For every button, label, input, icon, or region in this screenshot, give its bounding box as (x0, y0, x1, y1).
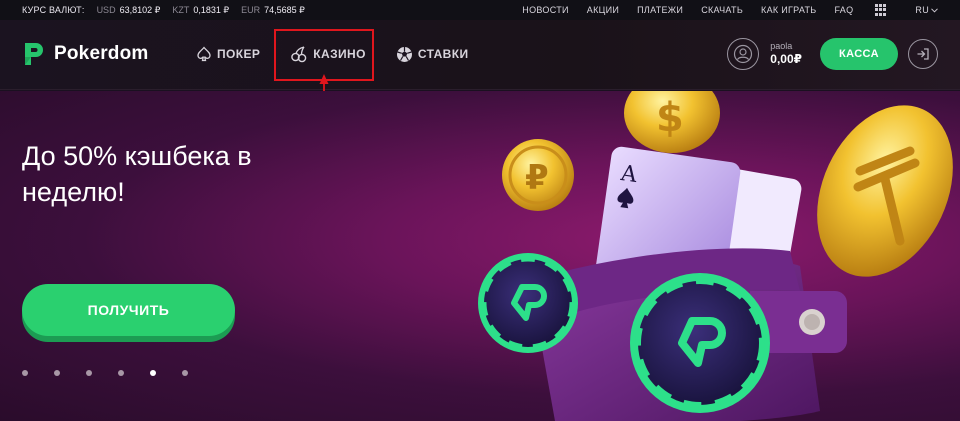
currency-rates: КУРС ВАЛЮТ: USD 63,8102 ₽ KZT 0,1831 ₽ E… (22, 5, 305, 16)
poker-chip-small (478, 253, 578, 353)
top-link-news[interactable]: НОВОСТИ (522, 5, 568, 15)
slider-dot[interactable] (118, 370, 124, 376)
logo[interactable]: Pokerdom (22, 40, 149, 68)
spade-icon (197, 46, 211, 62)
rate-usd: USD 63,8102 ₽ (96, 4, 161, 15)
slider-dot[interactable] (182, 370, 188, 376)
svg-text:$: $ (656, 95, 684, 141)
user-icon (734, 44, 753, 64)
poker-chip-large (630, 273, 770, 413)
slider-dot-active[interactable] (150, 370, 156, 376)
top-link-promos[interactable]: АКЦИИ (587, 5, 619, 15)
logo-text: Pokerdom (54, 43, 149, 64)
avatar[interactable] (727, 38, 760, 70)
top-link-faq[interactable]: FAQ (834, 5, 853, 15)
nav-betting[interactable]: СТАВКИ (396, 45, 469, 63)
username: paola (770, 41, 793, 52)
rates-label: КУРС ВАЛЮТ: (22, 5, 85, 15)
nav-poker-label: ПОКЕР (217, 47, 261, 61)
coin-tenge (817, 105, 953, 277)
hero-banner: До 50% кэшбека в неделю! ПОЛУЧИТЬ A ₽ $ (0, 91, 960, 421)
hero-illustration: A ₽ $ (478, 91, 953, 421)
kassa-button[interactable]: КАССА (820, 38, 898, 70)
slider-dots (22, 370, 188, 376)
coin-dollar: $ (624, 91, 720, 153)
account-panel: paola 0,00₽ КАССА (727, 38, 938, 70)
soccer-ball-icon (396, 46, 412, 62)
slider-dot[interactable] (54, 370, 60, 376)
balance: 0,00₽ (770, 52, 802, 67)
pokerdom-logo-icon (25, 43, 43, 65)
top-link-download[interactable]: СКАЧАТЬ (701, 5, 743, 15)
chevron-down-icon (931, 7, 938, 13)
coin-ruble: ₽ (502, 139, 574, 211)
user-info: paola 0,00₽ (770, 41, 802, 66)
slider-dot[interactable] (86, 370, 92, 376)
rate-kzt: KZT 0,1831 ₽ (172, 4, 230, 15)
svg-text:₽: ₽ (525, 158, 549, 198)
top-nav: НОВОСТИ АКЦИИ ПЛАТЕЖИ СКАЧАТЬ КАК ИГРАТЬ… (522, 4, 938, 16)
main-header: Pokerdom ПОКЕР КАЗИНО СТАВКИ paola 0,00₽… (0, 20, 960, 90)
top-link-how-to-play[interactable]: КАК ИГРАТЬ (761, 5, 816, 15)
get-bonus-button[interactable]: ПОЛУЧИТЬ (22, 284, 235, 336)
top-bar: КУРС ВАЛЮТ: USD 63,8102 ₽ KZT 0,1831 ₽ E… (0, 0, 960, 20)
apps-grid-icon[interactable] (875, 4, 887, 16)
nav-poker[interactable]: ПОКЕР (196, 45, 260, 63)
rate-eur: EUR 74,5685 ₽ (241, 4, 305, 15)
language-label: RU (915, 5, 929, 15)
slider-dot[interactable] (22, 370, 28, 376)
language-selector[interactable]: RU (915, 5, 938, 15)
top-link-payments[interactable]: ПЛАТЕЖИ (637, 5, 683, 15)
hero-title: До 50% кэшбека в неделю! (22, 141, 252, 207)
nav-betting-label: СТАВКИ (417, 47, 469, 61)
logout-icon (917, 48, 929, 60)
logout-button[interactable] (908, 39, 938, 69)
